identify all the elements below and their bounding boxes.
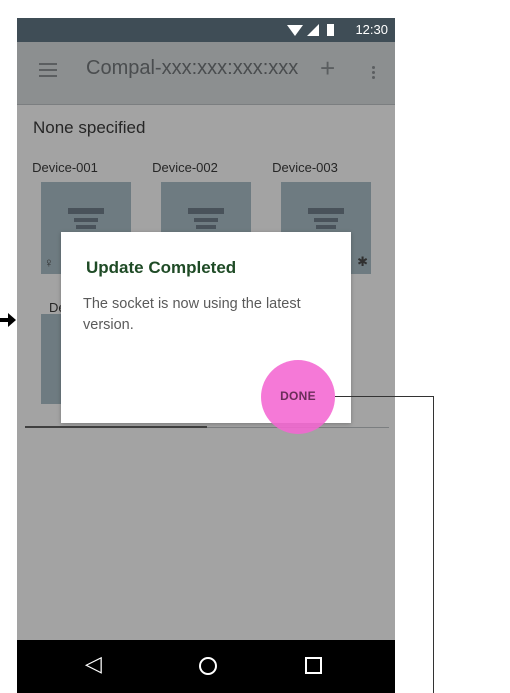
navigation-bar: ◁	[17, 640, 395, 693]
device-label: Device-003	[272, 160, 338, 175]
back-icon[interactable]: ◁	[85, 651, 102, 677]
divider	[17, 104, 395, 105]
app-bar: Compal-xxx:xxx:xxx:xxx +	[17, 42, 395, 104]
annotation-line	[433, 396, 434, 693]
bluetooth-icon: ✱	[357, 254, 368, 269]
dialog-title: Update Completed	[86, 258, 237, 277]
status-bar: 12:30	[17, 18, 395, 42]
device-label: Device-001	[32, 160, 98, 175]
battery-icon	[327, 24, 334, 36]
status-time: 12:30	[355, 22, 388, 37]
hamburger-menu-icon[interactable]	[39, 63, 57, 77]
plus-icon[interactable]: +	[320, 53, 335, 84]
recents-icon[interactable]	[305, 657, 322, 674]
annotation-line	[335, 396, 433, 397]
app-title: Compal-xxx:xxx:xxx:xxx	[86, 57, 299, 79]
status-icons	[287, 24, 334, 36]
done-button[interactable]: DONE	[271, 382, 325, 410]
section-title: None specified	[33, 118, 146, 137]
dialog-message: The socket is now using the latest versi…	[83, 296, 301, 333]
progress-fill	[25, 426, 207, 428]
annotation-arrow	[0, 313, 16, 327]
signal-icon	[307, 24, 319, 36]
wifi-icon	[287, 25, 303, 36]
more-vert-icon[interactable]	[372, 66, 376, 82]
home-icon[interactable]	[199, 657, 217, 675]
device-label: Device-002	[152, 160, 218, 175]
bulb-icon: ♀	[44, 255, 54, 270]
